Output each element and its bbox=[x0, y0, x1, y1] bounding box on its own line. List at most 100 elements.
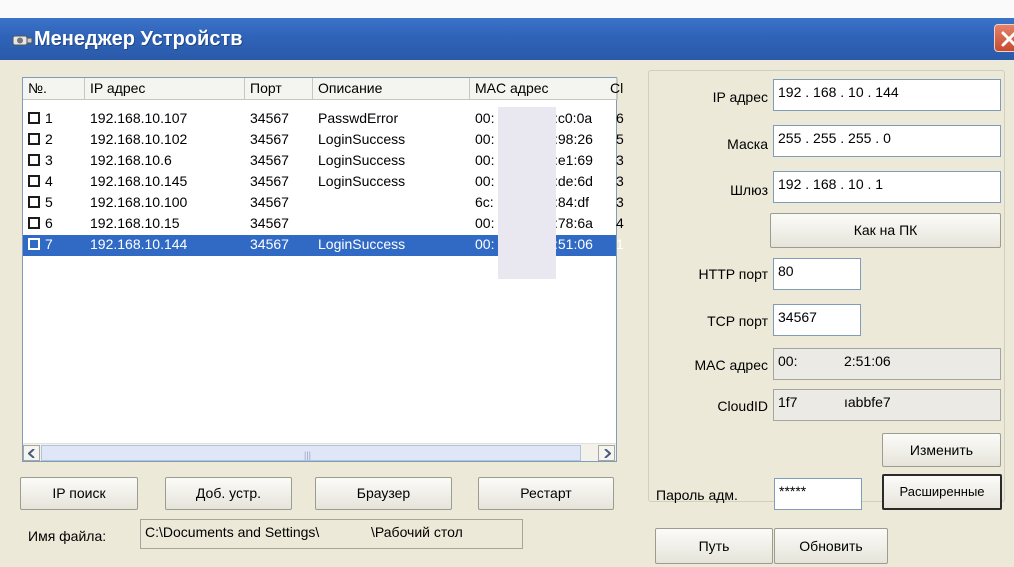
cell-cloud: 6b bbox=[616, 110, 624, 126]
admin-password-label: Пароль адм. bbox=[656, 487, 738, 503]
gateway-label: Шлюз bbox=[730, 182, 768, 198]
cell-mac-suffix: :de:6d bbox=[554, 173, 593, 189]
cell-mac-prefix: 00: bbox=[475, 173, 495, 189]
restart-button[interactable]: Рестарт bbox=[478, 477, 614, 510]
title-bar: Менеджер Устройств bbox=[0, 18, 1014, 60]
cell-desc: LoginSuccess bbox=[318, 236, 406, 252]
top-strip bbox=[0, 0, 1014, 18]
cell-cloud: 3c bbox=[616, 173, 624, 189]
redaction-mask bbox=[498, 107, 556, 279]
file-path-end: \Рабочий стол bbox=[371, 524, 463, 540]
cell-ip: 192.168.10.15 bbox=[90, 215, 180, 231]
cell-port: 34567 bbox=[250, 110, 289, 126]
scroll-left-button[interactable] bbox=[23, 445, 40, 461]
mask-field[interactable]: 255 . 255 . 255 . 0 bbox=[773, 125, 1001, 157]
row-checkbox[interactable] bbox=[28, 154, 40, 166]
cloud-id-field: 1f7 ıabbfe7 bbox=[773, 389, 1001, 421]
cell-desc: LoginSuccess bbox=[318, 131, 406, 147]
cell-desc: PasswdError bbox=[318, 110, 399, 126]
cell-num: 2 bbox=[45, 131, 53, 147]
cell-desc: LoginSuccess bbox=[318, 152, 406, 168]
cloud-id-start: 1f7 bbox=[778, 394, 798, 410]
column-header-port[interactable]: Порт bbox=[245, 78, 313, 100]
cell-port: 34567 bbox=[250, 236, 289, 252]
cell-ip: 192.168.10.6 bbox=[90, 152, 172, 168]
grip-icon: ||| bbox=[304, 450, 312, 460]
row-checkbox[interactable] bbox=[28, 238, 40, 250]
scroll-right-button[interactable] bbox=[598, 445, 615, 461]
cell-cloud: 37 bbox=[616, 152, 624, 168]
row-checkbox[interactable] bbox=[28, 175, 40, 187]
horizontal-scrollbar[interactable]: ||| bbox=[23, 443, 616, 461]
cell-mac-prefix: 00: bbox=[475, 215, 495, 231]
cell-num: 1 bbox=[45, 110, 53, 126]
cell-ip: 192.168.10.145 bbox=[90, 173, 188, 189]
file-name-label: Имя файла: bbox=[28, 528, 107, 544]
file-path-start: C:\Documents and Settings\ bbox=[145, 524, 320, 540]
column-header-description[interactable]: Описание bbox=[313, 78, 470, 100]
cell-ip: 192.168.10.100 bbox=[90, 194, 188, 210]
close-icon bbox=[1001, 31, 1014, 47]
tcp-port-field[interactable]: 34567 bbox=[773, 304, 861, 336]
cell-mac-suffix: :e1:69 bbox=[554, 152, 593, 168]
cell-cloud: 58 bbox=[616, 131, 624, 147]
cell-port: 34567 bbox=[250, 215, 289, 231]
cell-cloud: 45 bbox=[616, 215, 624, 231]
cell-desc: LoginSuccess bbox=[318, 173, 406, 189]
cell-port: 34567 bbox=[250, 194, 289, 210]
app-icon bbox=[12, 30, 34, 48]
update-button[interactable]: Обновить bbox=[774, 528, 888, 564]
cell-mac-suffix: :98:26 bbox=[554, 131, 593, 147]
advanced-button[interactable]: Расширенные bbox=[882, 474, 1002, 510]
mac-address-start: 00: bbox=[778, 353, 798, 369]
cell-port: 34567 bbox=[250, 152, 289, 168]
cell-num: 5 bbox=[45, 194, 53, 210]
as-pc-button[interactable]: Как на ПК bbox=[770, 213, 1001, 248]
cloud-id-label: CloudID bbox=[717, 398, 768, 414]
row-checkbox[interactable] bbox=[28, 196, 40, 208]
column-header-ip[interactable]: IP адрес bbox=[85, 78, 245, 100]
browser-button[interactable]: Браузер bbox=[315, 477, 452, 510]
cell-mac-prefix: 00: bbox=[475, 236, 495, 252]
http-port-field[interactable]: 80 bbox=[773, 258, 861, 290]
column-header-mac[interactable]: MAC адрес bbox=[470, 78, 617, 100]
row-checkbox[interactable] bbox=[28, 217, 40, 229]
chevron-right-icon bbox=[604, 449, 611, 458]
cell-mac-suffix: :51:06 bbox=[554, 236, 593, 252]
gateway-field[interactable]: 192 . 168 . 10 . 1 bbox=[773, 171, 1001, 203]
ip-search-button[interactable]: IP поиск bbox=[20, 477, 138, 510]
chevron-left-icon bbox=[28, 449, 35, 458]
ip-address-label: IP адрес bbox=[712, 89, 768, 105]
close-button[interactable] bbox=[994, 24, 1014, 52]
cell-ip: 192.168.10.144 bbox=[90, 236, 188, 252]
tcp-port-label: TCP порт bbox=[707, 313, 768, 329]
cell-cloud: 1f bbox=[616, 236, 624, 252]
mac-address-label: MAC адрес bbox=[694, 357, 768, 373]
http-port-label: HTTP порт bbox=[698, 266, 768, 282]
mac-address-field: 00: 2:51:06 bbox=[773, 348, 1001, 380]
column-header-cloud[interactable]: Cl bbox=[610, 78, 623, 100]
ip-address-field[interactable]: 192 . 168 . 10 . 144 bbox=[773, 79, 1001, 111]
cell-mac-suffix: :84:df bbox=[554, 194, 590, 210]
cell-num: 6 bbox=[45, 215, 53, 231]
cell-port: 34567 bbox=[250, 173, 289, 189]
cell-ip: 192.168.10.107 bbox=[90, 110, 188, 126]
scroll-thumb[interactable]: ||| bbox=[41, 445, 581, 461]
cell-mac-prefix: 00: bbox=[475, 110, 495, 126]
add-device-button[interactable]: Доб. устр. bbox=[165, 477, 292, 510]
mask-label: Маска bbox=[727, 136, 768, 152]
cell-cloud: 31 bbox=[616, 194, 624, 210]
path-button[interactable]: Путь bbox=[655, 528, 773, 564]
cell-mac-prefix: 00: bbox=[475, 152, 495, 168]
cell-num: 7 bbox=[45, 236, 53, 252]
column-header-number[interactable]: №. bbox=[23, 78, 85, 100]
change-button[interactable]: Изменить bbox=[882, 433, 1001, 467]
cell-ip: 192.168.10.102 bbox=[90, 131, 188, 147]
cell-port: 34567 bbox=[250, 131, 289, 147]
cell-mac-suffix: :c0:0a bbox=[554, 110, 593, 126]
admin-password-field[interactable]: ***** bbox=[774, 478, 862, 510]
row-checkbox[interactable] bbox=[28, 112, 40, 124]
window-title: Менеджер Устройств bbox=[34, 28, 243, 50]
cell-num: 4 bbox=[45, 173, 53, 189]
row-checkbox[interactable] bbox=[28, 133, 40, 145]
